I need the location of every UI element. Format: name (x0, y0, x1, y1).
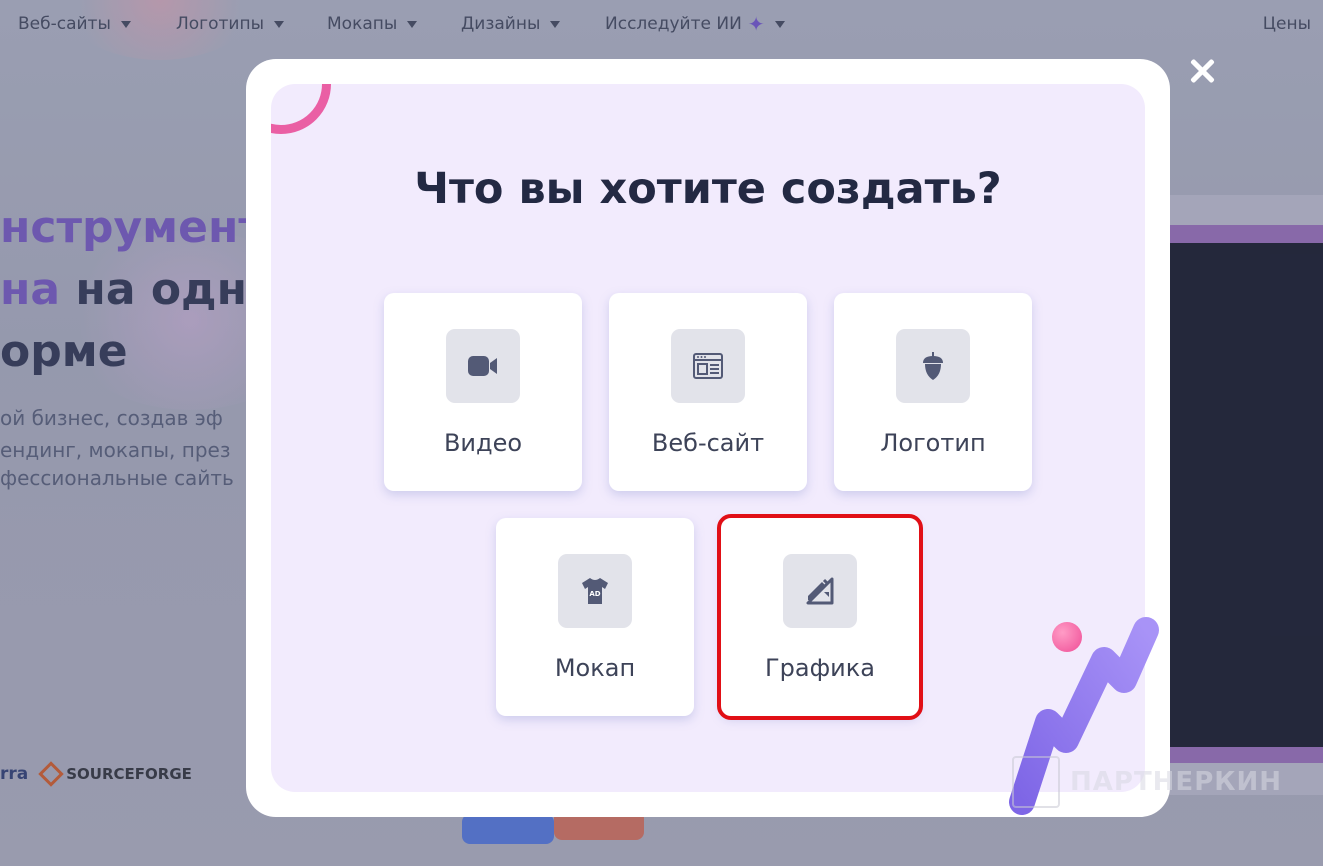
decorative-ring (271, 84, 331, 134)
dialog-title: Что вы хотите создать? (414, 164, 1002, 214)
option-label: Видео (443, 429, 523, 457)
watermark: ПАРТНЕРКИН (1012, 756, 1282, 808)
option-video[interactable]: Видео (384, 293, 582, 491)
option-label: Веб-сайт (651, 429, 765, 457)
option-graphics[interactable]: Графика (717, 514, 923, 720)
close-icon[interactable] (1186, 55, 1218, 87)
option-label: Мокап (554, 654, 636, 682)
video-icon (446, 329, 520, 403)
watermark-logo-icon (1012, 756, 1060, 808)
pen-ruler-icon (783, 554, 857, 628)
option-mockup[interactable]: AD Мокап (496, 518, 694, 716)
website-icon (671, 329, 745, 403)
option-label: Графика (765, 654, 875, 682)
option-website[interactable]: Веб-сайт (609, 293, 807, 491)
acorn-logo-icon (896, 329, 970, 403)
option-logo[interactable]: Логотип (834, 293, 1032, 491)
option-label: Логотип (880, 429, 986, 457)
tshirt-icon: AD (558, 554, 632, 628)
svg-text:AD: AD (589, 590, 600, 598)
watermark-text: ПАРТНЕРКИН (1070, 767, 1283, 797)
